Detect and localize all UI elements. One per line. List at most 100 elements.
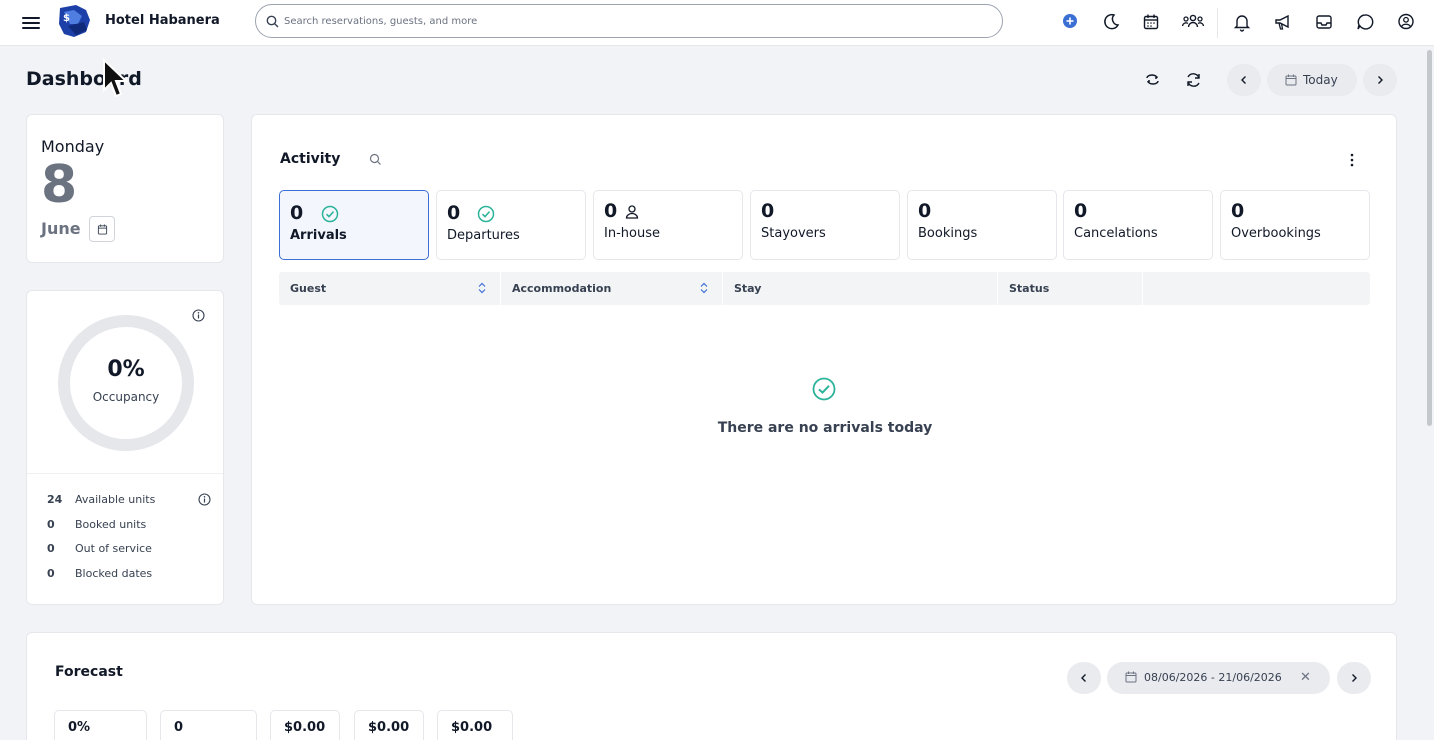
activity-card: Activity 0 Arrivals 0 Departures 0 In-ho… [251, 114, 1397, 605]
occupancy-label: Occupancy [92, 390, 160, 404]
column-status[interactable]: Status [998, 272, 1143, 305]
stat-label: Blocked dates [75, 567, 153, 580]
date-range-text: 08/06/2026 - 21/06/2026 [1144, 671, 1282, 684]
tile-cancelations[interactable]: 0 Cancelations [1063, 190, 1213, 260]
day-number: 8 [41, 155, 78, 215]
stat-value: 0 [47, 542, 55, 555]
stat-value: 0 [47, 567, 55, 580]
activity-title: Activity [280, 151, 341, 167]
add-icon[interactable] [1061, 13, 1081, 33]
tile-bookings[interactable]: 0 Bookings [907, 190, 1057, 260]
top-bar: $ Hotel Habanera [0, 0, 1434, 46]
prev-range-button[interactable] [1067, 662, 1101, 694]
calendar-icon [1285, 74, 1297, 86]
today-button[interactable]: Today [1267, 64, 1357, 96]
tile-count: 0 [761, 200, 775, 222]
next-day-button[interactable] [1363, 64, 1397, 96]
month: June [41, 219, 81, 238]
check-circle-icon [477, 205, 495, 223]
hotel-name: Hotel Habanera [105, 13, 220, 28]
forecast-value: $0.00 [354, 710, 424, 740]
tile-label: Arrivals [290, 228, 347, 243]
date-picker-button[interactable] [89, 216, 115, 242]
calendar-icon [97, 223, 107, 235]
account-icon[interactable] [1397, 13, 1417, 33]
tile-arrivals[interactable]: 0 Arrivals [279, 190, 429, 260]
next-range-button[interactable] [1337, 662, 1371, 694]
svg-text:$: $ [63, 13, 70, 24]
column-guest[interactable]: Guest [279, 272, 501, 305]
check-circle-icon [321, 205, 339, 223]
forecast-value: $0.00 [437, 710, 513, 740]
forecast-card: Forecast 08/06/2026 - 21/06/2026 ✕ 0% 0 … [26, 632, 1397, 740]
forecast-value: $0.00 [270, 710, 340, 740]
table-header: Guest Accommodation Stay Status [279, 272, 1370, 305]
column-label: Guest [290, 282, 327, 295]
forecast-value: 0 [160, 710, 257, 740]
chevron-left-icon [1241, 76, 1246, 84]
tile-stayovers[interactable]: 0 Stayovers [750, 190, 900, 260]
column-label: Stay [734, 282, 762, 295]
tile-count: 0 [447, 202, 461, 224]
column-accommodation[interactable]: Accommodation [501, 272, 723, 305]
topbar-divider [1217, 8, 1218, 38]
chevron-left-icon [1081, 674, 1086, 682]
tile-label: Overbookings [1231, 226, 1321, 241]
tile-count: 0 [604, 200, 618, 222]
search-icon [266, 15, 279, 28]
person-icon [625, 205, 639, 219]
occupancy-percent: 0% [107, 357, 145, 382]
column-label: Accommodation [512, 282, 612, 295]
sort-icon [478, 282, 486, 294]
tile-label: Cancelations [1074, 226, 1158, 241]
info-icon[interactable] [192, 309, 205, 322]
sort-icon [700, 282, 708, 294]
mouse-cursor [103, 58, 128, 98]
chevron-right-icon [1352, 674, 1357, 682]
calendar-icon[interactable] [1142, 13, 1162, 33]
search-bar[interactable] [255, 4, 1003, 38]
today-label: Today [1303, 73, 1338, 87]
tile-count: 0 [1231, 200, 1245, 222]
inbox-icon[interactable] [1315, 13, 1335, 33]
stat-value: 0 [47, 518, 55, 531]
scrollbar[interactable] [1427, 50, 1432, 426]
column-stay[interactable]: Stay [723, 272, 998, 305]
stat-label: Available units [75, 493, 156, 506]
users-icon[interactable] [1181, 13, 1205, 33]
tile-label: Stayovers [761, 226, 826, 241]
refresh-icon[interactable] [1184, 70, 1204, 90]
info-icon[interactable] [198, 493, 211, 506]
megaphone-icon[interactable] [1274, 13, 1294, 33]
chat-icon[interactable] [1356, 13, 1376, 33]
stat-label: Booked units [75, 518, 147, 531]
chevron-right-icon [1378, 76, 1383, 84]
tile-label: Bookings [918, 226, 978, 241]
hotel-logo[interactable]: $ [56, 4, 93, 38]
date-card: Monday 8 June [26, 114, 224, 263]
bell-icon[interactable] [1233, 13, 1253, 33]
occupancy-card: 0% Occupancy 24 Available units 0 Booked… [26, 290, 224, 605]
tile-overbookings[interactable]: 0 Overbookings [1220, 190, 1370, 260]
check-circle-icon [812, 377, 836, 401]
calendar-icon [1125, 671, 1137, 683]
prev-day-button[interactable] [1227, 64, 1261, 96]
tile-departures[interactable]: 0 Departures [436, 190, 586, 260]
forecast-value: 0% [54, 710, 147, 740]
stat-label: Out of service [75, 542, 152, 555]
weekday: Monday [41, 137, 105, 156]
moon-icon[interactable] [1102, 13, 1122, 33]
occupancy-ring [58, 315, 194, 451]
tile-label: In-house [604, 226, 660, 241]
more-options-icon[interactable] [1344, 151, 1360, 169]
search-input[interactable] [284, 11, 984, 31]
clear-range-icon[interactable]: ✕ [1300, 670, 1311, 685]
tile-in-house[interactable]: 0 In-house [593, 190, 743, 260]
date-range-picker[interactable]: 08/06/2026 - 21/06/2026 ✕ [1107, 662, 1330, 694]
search-icon[interactable] [369, 153, 382, 166]
forecast-title: Forecast [55, 664, 123, 680]
divider [27, 473, 223, 474]
swap-icon[interactable] [1143, 70, 1163, 90]
menu-icon[interactable] [22, 14, 40, 32]
tile-label: Departures [447, 228, 520, 243]
